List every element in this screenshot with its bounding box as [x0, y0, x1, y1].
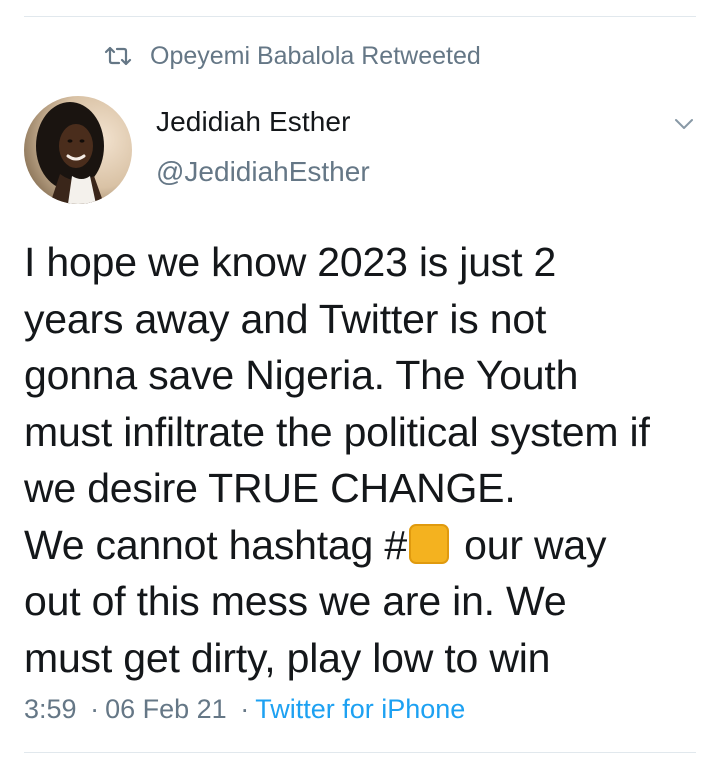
- tweet-source-link[interactable]: Twitter for iPhone: [255, 694, 465, 724]
- avatar[interactable]: [24, 96, 132, 204]
- tweet-time[interactable]: 3:59: [24, 694, 77, 724]
- tweet-meta: 3:59 · 06 Feb 21 · Twitter for iPhone: [24, 694, 465, 725]
- tweet-line: gonna save Nigeria. The Youth: [24, 352, 579, 398]
- top-divider: [24, 16, 696, 17]
- bottom-divider: [24, 752, 696, 753]
- tweet-date[interactable]: 06 Feb 21: [105, 694, 227, 724]
- chevron-down-icon[interactable]: [672, 112, 696, 136]
- author-display-name[interactable]: Jedidiah Esther: [156, 106, 351, 138]
- retweet-label: Opeyemi Babalola Retweeted: [150, 41, 481, 70]
- retweet-context[interactable]: Opeyemi Babalola Retweeted: [104, 40, 481, 72]
- hashtag-text[interactable]: We cannot hashtag #: [24, 522, 407, 568]
- meta-separator: ·: [240, 694, 250, 724]
- tweet-line: must infiltrate the political system if: [24, 408, 650, 455]
- tweet-line: years away and Twitter is not: [24, 295, 547, 342]
- tweet-line: out of this mess we are in. We: [24, 578, 567, 624]
- orange-square-emoji: [408, 523, 449, 564]
- retweet-icon: [104, 46, 132, 66]
- tweet-line: must get dirty, play low to win: [24, 634, 551, 681]
- tweet-line-hashtag: We cannot hashtag # our way: [24, 517, 704, 574]
- tweet-line: we desire TRUE CHANGE.: [24, 465, 516, 511]
- meta-separator: ·: [90, 694, 100, 724]
- author-handle[interactable]: @JedidiahEsther: [156, 156, 370, 188]
- avatar-photo: [24, 96, 132, 204]
- tweet-line-tail: our way: [452, 521, 607, 568]
- tweet-text: I hope we know 2023 is just 2 years away…: [24, 234, 704, 686]
- tweet-line: I hope we know 2023 is just 2: [24, 239, 557, 285]
